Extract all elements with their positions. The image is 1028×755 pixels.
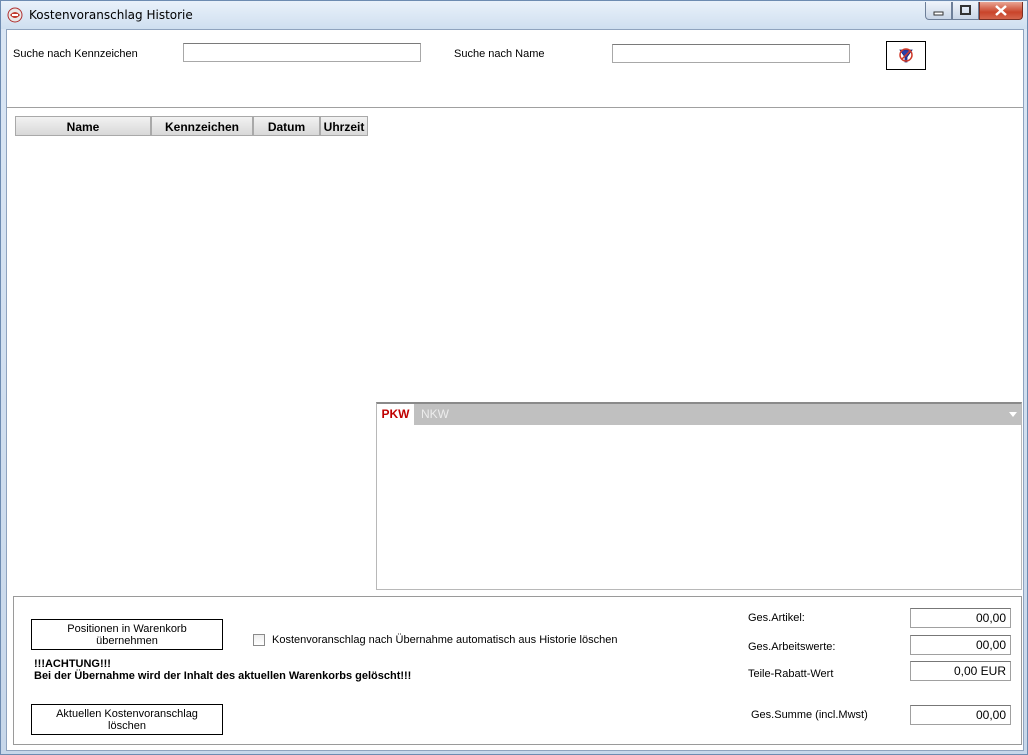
search-kennzeichen-label: Suche nach Kennzeichen: [13, 48, 138, 60]
auto-delete-label: Kostenvoranschlag nach Übernahme automat…: [272, 634, 618, 646]
warning-text: Bei der Übernahme wird der Inhalt des ak…: [34, 670, 412, 682]
delete-button-line2: löschen: [108, 719, 146, 732]
search-name-label: Suche nach Name: [454, 48, 545, 60]
title-bar[interactable]: Kostenvoranschlag Historie: [1, 1, 1027, 29]
search-name-input[interactable]: [612, 44, 850, 63]
transfer-button-line2: übernehmen: [96, 634, 158, 647]
window-title: Kostenvoranschlag Historie: [29, 8, 193, 22]
delete-button-line1: Aktuellen Kostenvoranschlag: [56, 707, 198, 720]
ges-summe-label: Ges.Summe (incl.Mwst): [751, 709, 868, 721]
teile-rabatt-value: 0,00 EUR: [910, 661, 1011, 681]
warning-title: !!!ACHTUNG!!!: [34, 658, 111, 670]
close-icon: [995, 5, 1007, 16]
vehicle-tabstrip: PKW NKW: [377, 404, 1021, 425]
transfer-to-cart-button[interactable]: Positionen in Warenkorb übernehmen: [31, 619, 223, 650]
section-divider: [7, 107, 1023, 108]
history-table-header: Name Kennzeichen Datum Uhrzeit: [15, 116, 368, 136]
teile-rabatt-label: Teile-Rabatt-Wert: [748, 668, 834, 680]
delete-estimate-button[interactable]: Aktuellen Kostenvoranschlag löschen: [31, 704, 223, 735]
tab-nkw[interactable]: NKW: [421, 404, 449, 425]
column-header-name[interactable]: Name: [15, 116, 151, 136]
chevron-down-icon[interactable]: [1009, 412, 1017, 417]
app-window: Kostenvoranschlag Historie Suche nach Ke…: [0, 0, 1028, 755]
filter-clear-button[interactable]: [886, 41, 926, 70]
column-header-uhrzeit[interactable]: Uhrzeit: [320, 116, 368, 136]
maximize-button[interactable]: [952, 2, 979, 20]
auto-delete-checkbox[interactable]: [253, 634, 265, 646]
ges-artikel-label: Ges.Artikel:: [748, 612, 805, 624]
ges-arbeitswerte-value: 00,00: [910, 635, 1011, 655]
detail-content: [377, 425, 1021, 588]
bottom-actions-panel: Positionen in Warenkorb übernehmen Koste…: [13, 596, 1022, 745]
column-header-kennzeichen[interactable]: Kennzeichen: [151, 116, 253, 136]
maximize-icon: [960, 5, 971, 15]
ges-summe-value: 00,00: [910, 705, 1011, 725]
filter-clear-icon: [899, 48, 913, 63]
minimize-icon: [933, 11, 944, 16]
client-area: Suche nach Kennzeichen Suche nach Name N…: [6, 29, 1024, 751]
tab-pkw[interactable]: PKW: [377, 404, 414, 425]
close-button[interactable]: [979, 2, 1023, 20]
detail-panel: PKW NKW: [376, 402, 1022, 590]
ges-artikel-value: 00,00: [910, 608, 1011, 628]
ges-arbeitswerte-label: Ges.Arbeitswerte:: [748, 641, 836, 653]
search-kennzeichen-input[interactable]: [183, 43, 421, 62]
column-header-datum[interactable]: Datum: [253, 116, 320, 136]
app-logo-icon: [7, 7, 23, 23]
minimize-button[interactable]: [925, 2, 952, 20]
transfer-button-line1: Positionen in Warenkorb: [67, 622, 187, 635]
history-table-body[interactable]: [15, 136, 368, 591]
